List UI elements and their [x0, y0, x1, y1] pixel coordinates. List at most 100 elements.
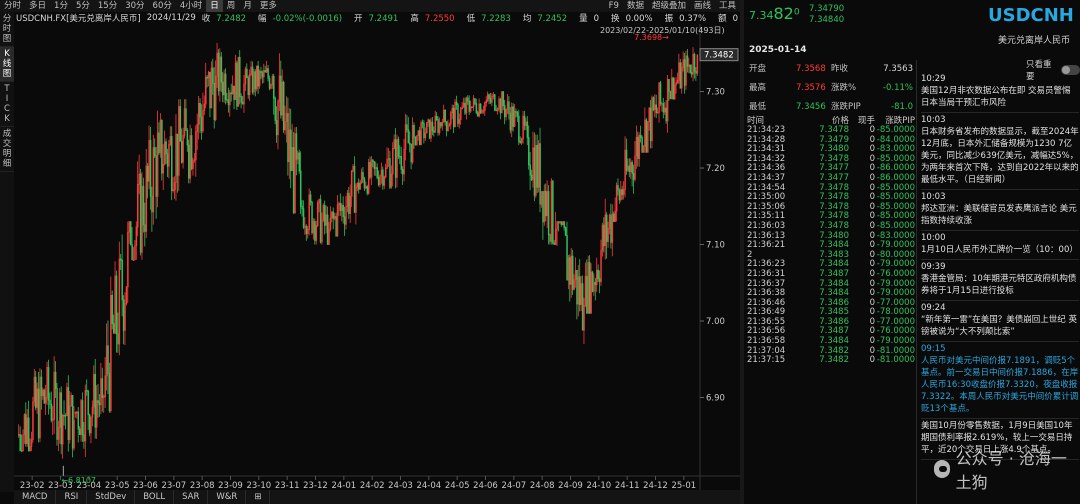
candle-body — [185, 108, 187, 131]
candle-body — [233, 85, 235, 101]
period-3[interactable]: 5分 — [72, 0, 94, 12]
news-text: 人民币对美元中间价报7.1891，调贬5个基点。前一交易日中间价报7.1886，… — [921, 356, 1079, 414]
news-item[interactable]: 10:03 日本财务省发布的数据显示，截至2024年12月底，日本外汇储备规模为1… — [921, 113, 1079, 190]
x-tick-label: 24-11 — [615, 481, 640, 490]
tool-2[interactable]: 超级叠加 — [648, 0, 690, 12]
news-time: 10:03 — [921, 192, 946, 202]
candle-body — [586, 276, 588, 314]
indicator-tab-3[interactable]: BOLL — [135, 490, 175, 504]
candle-body — [406, 124, 408, 130]
news-item[interactable]: 10:29 美国12月非农数据公布在即 交易员警惕日本当局干预汇市风险 — [921, 72, 1079, 113]
tick-row: 21:37:15 7.3482 0 -81.0000 — [747, 356, 915, 366]
x-tick-label: 24-07 — [501, 481, 526, 490]
x-tick-label: 24-08 — [530, 481, 555, 490]
tick-list[interactable]: 时间 价格 现手 涨跌PIP 21:34:23 7.3478 0 -85.0000 21:34… — [747, 116, 915, 366]
candle-body — [154, 147, 156, 157]
bid-price: 7.34790 — [809, 4, 845, 14]
symbol-title: USDCNH — [988, 5, 1074, 26]
candle-body — [81, 400, 84, 436]
candle-body — [502, 91, 505, 106]
candle-body — [47, 366, 50, 401]
news-item[interactable]: 09:24 “新年第一雷”在美国？美债崩回上世纪 英镑被说为“大不列颠比索” — [921, 301, 1079, 342]
candle-body — [239, 56, 241, 97]
tool-3[interactable]: 画线 — [690, 0, 715, 12]
candle-body — [254, 71, 257, 90]
candle-body — [236, 62, 238, 107]
candle-body — [503, 105, 506, 118]
indicator-tab-1[interactable]: RSI — [56, 490, 88, 504]
side-tab-3[interactable]: 成交明细 — [0, 127, 14, 172]
tool-1[interactable]: 数据 — [623, 0, 648, 12]
x-tick-label: 24-06 — [473, 481, 498, 490]
period-8[interactable]: 日 — [206, 0, 223, 12]
tool-4[interactable]: 工具 — [715, 0, 740, 12]
candle-body — [530, 174, 533, 181]
period-9[interactable]: 周 — [223, 0, 240, 12]
news-time: 09:24 — [921, 303, 946, 313]
candle-body — [241, 102, 244, 105]
indicator-tab-5[interactable]: W&R — [208, 490, 247, 504]
stat-label: 最低 — [749, 102, 767, 112]
candle-body — [161, 119, 163, 174]
indicator-tab-6[interactable]: ⊞ — [246, 490, 271, 504]
tool-0[interactable]: F9 — [605, 0, 623, 12]
candle-body — [144, 224, 146, 232]
candle-body — [314, 220, 316, 241]
candle-body — [512, 106, 514, 127]
period-2[interactable]: 1分 — [50, 0, 72, 12]
side-tab-2[interactable]: TICK — [0, 82, 14, 127]
x-tick-label: 23-09 — [218, 481, 243, 490]
candle-body — [56, 388, 58, 440]
candle-body — [71, 395, 74, 449]
side-tab-1[interactable]: K线图 — [0, 47, 14, 82]
candle-body — [569, 257, 571, 285]
candle-body — [414, 137, 417, 146]
news-item[interactable]: 09:15 人民币对美元中间价报7.1891，调贬5个基点。前一交易日中间价报7.… — [921, 342, 1079, 419]
candle-body — [477, 112, 479, 117]
indicator-tab-0[interactable]: MACD — [14, 490, 57, 504]
candle-body — [435, 115, 438, 120]
period-5[interactable]: 30分 — [121, 0, 148, 12]
candle-body — [440, 122, 442, 127]
candle-body — [372, 159, 374, 162]
candle-body — [142, 185, 145, 226]
candle-body — [547, 191, 550, 236]
news-time: 10:03 — [921, 115, 946, 125]
candle-body — [274, 97, 276, 121]
period-0[interactable]: 分时 — [0, 0, 25, 12]
indicator-tab-4[interactable]: SAR — [174, 490, 209, 504]
period-4[interactable]: 15分 — [94, 0, 121, 12]
period-11[interactable]: 更多 — [256, 0, 281, 12]
candle-body — [98, 402, 101, 406]
period-10[interactable]: 月 — [239, 0, 256, 12]
side-tab-0[interactable]: 分时图 — [0, 12, 14, 47]
news-time: 10:00 — [921, 233, 946, 243]
candle-body — [508, 101, 510, 114]
y-tick-label: 7.10 — [706, 241, 725, 251]
news-item[interactable]: 10:03 邦达亚洲：美联储官员发表鹰派言论 美元指数持续收涨 — [921, 190, 1079, 231]
x-tick-label: 24-05 — [445, 481, 470, 490]
candle-body — [257, 65, 259, 87]
x-tick-label: 23-12 — [303, 481, 328, 490]
candle-body — [50, 403, 53, 421]
period-6[interactable]: 60分 — [149, 0, 176, 12]
candle-body — [369, 162, 371, 178]
candle-body — [131, 244, 133, 261]
last-price: 7.34820 — [749, 4, 800, 23]
info-close: 7.2482 — [216, 14, 247, 24]
period-1[interactable]: 多日 — [25, 0, 50, 12]
news-item[interactable]: 10:00 1月10日人民币外汇牌价一览（10：00） — [921, 231, 1079, 260]
candle-body — [617, 185, 619, 191]
indicator-tab-2[interactable]: StdDev — [87, 490, 136, 504]
info-vol-label: 量 — [579, 14, 588, 24]
news-list[interactable]: 10:29 美国12月非农数据公布在即 交易员警惕日本当局干预汇市风险 10:03 日… — [921, 72, 1079, 460]
info-open: 7.2491 — [368, 14, 399, 24]
candle-body — [40, 376, 43, 397]
candlestick-chart[interactable]: 6.907.007.107.207.3023-02 23-03 23-04 23-05… — [14, 24, 740, 490]
tick-time: 21:36:21 — [747, 240, 786, 251]
news-item[interactable]: 09:39 香港金管局：10年期港元特区政府机构债券将于1月15日进行投标 — [921, 260, 1079, 301]
period-7[interactable]: 4小时 — [176, 0, 206, 12]
info-turnover-label: 换 — [611, 14, 620, 24]
candle-body — [613, 213, 615, 222]
x-tick-label: 23-02 — [20, 481, 45, 490]
